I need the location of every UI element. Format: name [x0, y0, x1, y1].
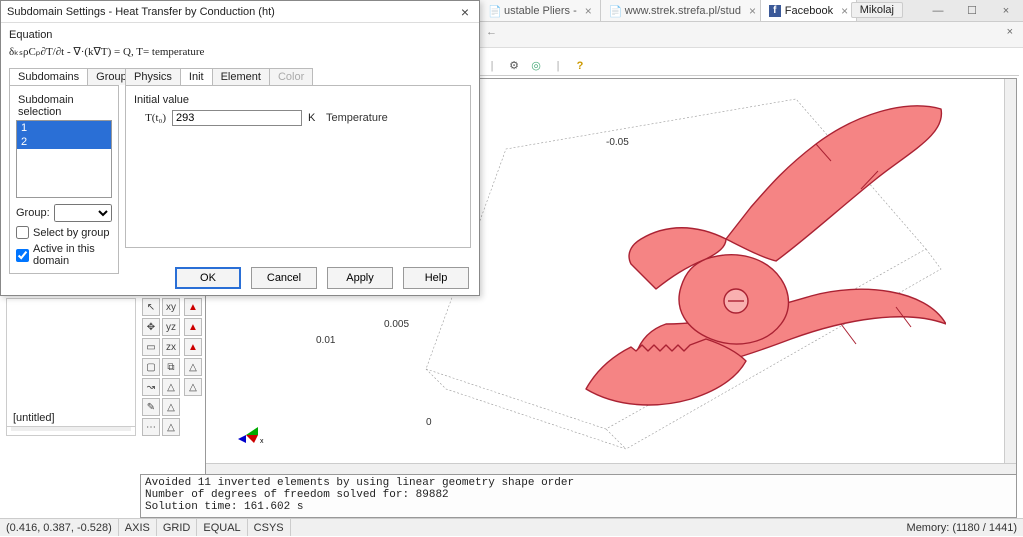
- close-icon[interactable]: ×: [841, 4, 848, 18]
- solid-warn3-icon[interactable]: ▲: [184, 338, 202, 356]
- user-chip[interactable]: Mikolaj: [851, 2, 903, 18]
- facebook-icon: f: [769, 5, 781, 17]
- T-input[interactable]: [172, 110, 302, 126]
- T-unit: K: [308, 112, 320, 124]
- tab-facebook[interactable]: f Facebook ×: [761, 0, 857, 21]
- separator: [550, 58, 566, 74]
- outline-warn-icon[interactable]: △: [184, 358, 202, 376]
- T-label: T(t₀): [132, 112, 166, 124]
- gear-icon[interactable]: [506, 58, 522, 74]
- app-toolbar: [480, 56, 1019, 76]
- axis-triad-icon: x: [236, 415, 276, 445]
- group-label: Group:: [16, 207, 50, 219]
- yz-plane-icon[interactable]: yz: [162, 318, 180, 336]
- tab-strek[interactable]: 📄 www.strek.strefa.pl/stud ×: [601, 0, 761, 21]
- select-by-group-checkbox[interactable]: [16, 226, 29, 239]
- more-icon[interactable]: ⋯: [142, 418, 160, 436]
- close-icon[interactable]: ×: [749, 4, 756, 18]
- window-controls: — ☐ ×: [921, 0, 1023, 22]
- tab-physics[interactable]: Physics: [125, 68, 181, 85]
- close-icon[interactable]: ×: [457, 4, 473, 20]
- iso-view-icon[interactable]: ⧉: [162, 358, 180, 376]
- xy-plane-icon[interactable]: xy: [162, 298, 180, 316]
- maximize-button[interactable]: ☐: [955, 0, 989, 22]
- page-icon: 📄: [609, 5, 621, 17]
- draw-icon[interactable]: ✎: [142, 398, 160, 416]
- browser-toolbar: ← ×: [480, 22, 1023, 48]
- solid-warn-icon[interactable]: ▲: [184, 298, 202, 316]
- group-select[interactable]: [54, 204, 112, 222]
- list-item[interactable]: 2: [17, 135, 111, 149]
- list-item[interactable]: 1: [17, 121, 111, 135]
- subdomain-listbox[interactable]: 1 2: [16, 120, 112, 198]
- model-tree-tab[interactable]: [untitled]: [6, 410, 136, 427]
- tool-palette-b: xy yz zx ⧉ △ △ △: [162, 298, 182, 436]
- tab-label: Facebook: [785, 5, 833, 17]
- status-equal[interactable]: EQUAL: [197, 519, 247, 536]
- page-icon: 📄: [488, 5, 500, 17]
- equation-label: Equation: [9, 29, 471, 41]
- select-icon[interactable]: ▢: [142, 358, 160, 376]
- close-icon[interactable]: ×: [1007, 26, 1013, 38]
- scrollbar-vertical[interactable]: [1004, 79, 1017, 475]
- tab-element[interactable]: Element: [212, 68, 270, 85]
- back-icon[interactable]: ←: [486, 26, 497, 38]
- log-panel[interactable]: Avoided 11 inverted elements by using li…: [140, 474, 1017, 518]
- warn2-icon[interactable]: △: [162, 398, 180, 416]
- help-icon[interactable]: [572, 58, 588, 74]
- right-tabs: Physics Init Element Color: [125, 68, 471, 85]
- help-button[interactable]: Help: [403, 267, 469, 289]
- status-csys[interactable]: CSYS: [248, 519, 291, 536]
- cursor-icon[interactable]: ↖: [142, 298, 160, 316]
- minimize-button[interactable]: —: [921, 0, 955, 22]
- target-icon[interactable]: [528, 58, 544, 74]
- equation-text: δₖₛρCₚ∂T/∂t - ∇·(k∇T) = Q, T= temperatur…: [9, 45, 471, 58]
- pan-icon[interactable]: ✥: [142, 318, 160, 336]
- T-desc: Temperature: [326, 112, 388, 124]
- svg-text:x: x: [260, 438, 264, 445]
- initial-value-label: Initial value: [134, 94, 464, 106]
- status-coords: (0.416, 0.387, -0.528): [0, 519, 119, 536]
- separator: [484, 58, 500, 74]
- status-memory: Memory: (1180 / 1441): [901, 519, 1023, 536]
- active-in-domain-label: Active in this domain: [33, 243, 112, 267]
- tab-label: www.strek.strefa.pl/stud: [625, 5, 741, 17]
- close-button[interactable]: ×: [989, 0, 1023, 22]
- curve-icon[interactable]: ↝: [142, 378, 160, 396]
- tool-palette-a: ↖ ✥ ▭ ▢ ↝ ✎ ⋯: [142, 298, 160, 436]
- warn-icon[interactable]: △: [162, 378, 180, 396]
- outline-warn2-icon[interactable]: △: [184, 378, 202, 396]
- status-axis[interactable]: AXIS: [119, 519, 157, 536]
- status-bar: (0.416, 0.387, -0.528) AXIS GRID EQUAL C…: [0, 518, 1023, 536]
- close-icon[interactable]: ×: [585, 4, 592, 18]
- tab-pliers[interactable]: 📄 ustable Pliers - ×: [480, 0, 601, 21]
- subdomain-selection-label: Subdomain selection: [18, 94, 112, 118]
- axis-tick: 0.01: [316, 335, 335, 346]
- cancel-button[interactable]: Cancel: [251, 267, 317, 289]
- zx-plane-icon[interactable]: zx: [162, 338, 180, 356]
- subdomain-settings-dialog: Subdomain Settings - Heat Transfer by Co…: [0, 0, 480, 296]
- tab-subdomains[interactable]: Subdomains: [9, 68, 88, 85]
- apply-button[interactable]: Apply: [327, 267, 393, 289]
- dialog-titlebar[interactable]: Subdomain Settings - Heat Transfer by Co…: [1, 1, 479, 23]
- warn3-icon[interactable]: △: [162, 418, 180, 436]
- tab-color: Color: [269, 68, 313, 85]
- tab-init[interactable]: Init: [180, 68, 213, 85]
- left-tabs: Subdomains Groups: [9, 68, 119, 85]
- tab-label: ustable Pliers -: [504, 5, 577, 17]
- tool-palette-c: ▲ ▲ ▲ △ △: [184, 298, 202, 396]
- solid-warn2-icon[interactable]: ▲: [184, 318, 202, 336]
- zoom-box-icon[interactable]: ▭: [142, 338, 160, 356]
- active-in-domain-checkbox[interactable]: [16, 249, 29, 262]
- ok-button[interactable]: OK: [175, 267, 241, 289]
- select-by-group-label: Select by group: [33, 227, 109, 239]
- dialog-title: Subdomain Settings - Heat Transfer by Co…: [7, 6, 275, 18]
- status-grid[interactable]: GRID: [157, 519, 198, 536]
